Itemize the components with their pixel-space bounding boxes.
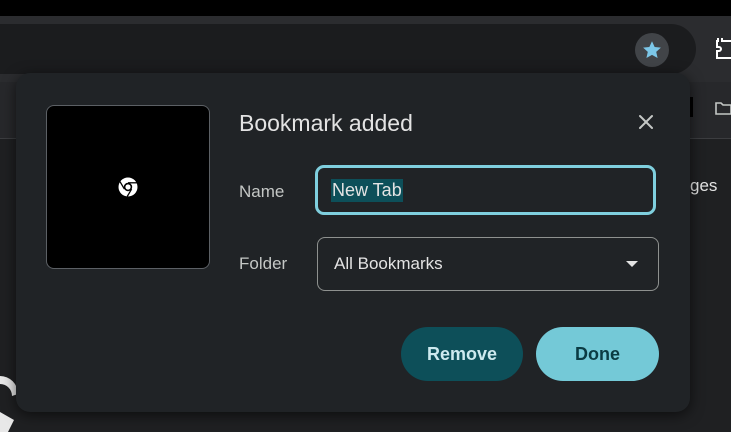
- dialog-title: Bookmark added: [239, 110, 413, 136]
- name-input-value: New Tab: [331, 178, 403, 202]
- folder-select[interactable]: All Bookmarks: [317, 237, 659, 291]
- done-button[interactable]: Done: [536, 327, 659, 381]
- remove-button[interactable]: Remove: [401, 327, 523, 381]
- folder-icon[interactable]: [715, 100, 731, 116]
- bookmark-star-button[interactable]: [635, 33, 669, 67]
- puzzle-icon[interactable]: [716, 38, 731, 60]
- folder-label: Folder: [239, 254, 288, 273]
- page-text-fragment: ges: [690, 176, 718, 195]
- folder-select-value: All Bookmarks: [334, 254, 443, 273]
- bookmark-added-dialog: Bookmark added Name New Tab Folder All B…: [16, 73, 690, 412]
- name-label: Name: [239, 182, 285, 201]
- chevron-down-icon: [626, 261, 638, 267]
- page-thumbnail: [46, 105, 210, 269]
- star-icon: [643, 41, 661, 58]
- address-bar[interactable]: [0, 24, 696, 74]
- bookmarks-bar-separator: [690, 97, 693, 117]
- close-icon: [639, 115, 653, 129]
- close-button[interactable]: [633, 109, 659, 135]
- name-input[interactable]: New Tab: [315, 165, 656, 215]
- window-top-strip: [0, 0, 731, 16]
- chrome-icon: [118, 177, 138, 197]
